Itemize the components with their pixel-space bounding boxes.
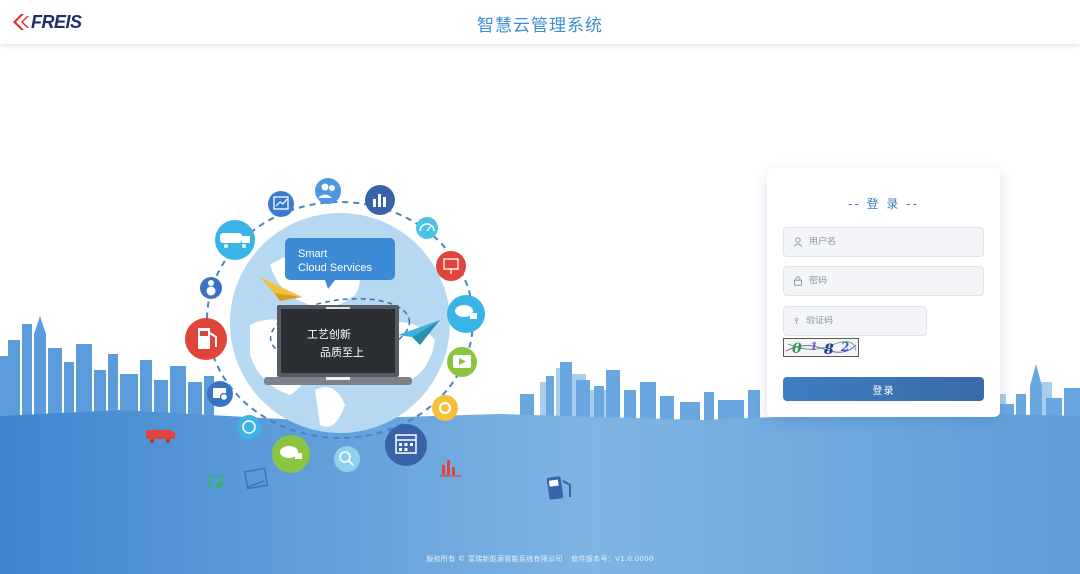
captcha-char-4: 2 xyxy=(840,340,849,354)
version-text: 软件版本号：V1.0.0000 xyxy=(571,555,654,563)
captcha-char-3: 8 xyxy=(824,342,834,356)
gas-station-icon xyxy=(185,318,227,360)
captcha-char-2: 1 xyxy=(810,340,818,353)
search-icon xyxy=(334,446,360,472)
bubble-line-1: Smart xyxy=(298,248,327,260)
gear-icon xyxy=(432,395,458,421)
small-monitor-icon xyxy=(208,475,223,488)
mixer-truck-icon xyxy=(447,295,485,333)
lock-icon xyxy=(794,276,802,286)
screen-line-2: 品质至上 xyxy=(320,346,364,359)
board-icon xyxy=(243,467,269,490)
cloud-services-illustration: Smart Cloud Services 工艺创新 品质至上 xyxy=(140,175,600,505)
captcha-field[interactable] xyxy=(783,306,927,336)
fire-truck-icon xyxy=(146,430,175,443)
footer: 版权所有 © 富瑞新能源智能系统有限公司 软件版本号：V1.0.0000 xyxy=(0,554,1080,564)
password-input[interactable] xyxy=(809,276,959,286)
truck-icon xyxy=(215,220,255,260)
username-field[interactable] xyxy=(783,227,984,257)
gauge-icon xyxy=(416,217,438,239)
page-title: 智慧云管理系统 xyxy=(477,16,603,36)
screen-line-1: 工艺创新 xyxy=(307,327,351,341)
user-icon xyxy=(793,237,803,247)
username-input[interactable] xyxy=(809,237,959,247)
login-panel: -- 登 录 -- 0 1 8 2 登录 xyxy=(767,168,1000,417)
bubble-line-2: Cloud Services xyxy=(298,262,372,274)
login-title: -- 登 录 -- xyxy=(848,197,919,211)
key-icon xyxy=(794,317,799,325)
header-bar: FREIS 智慧云管理系统 xyxy=(0,0,1080,44)
phone-icon xyxy=(237,415,261,439)
snowman-icon xyxy=(200,277,222,299)
settings-icon xyxy=(207,381,233,407)
captcha-input[interactable] xyxy=(806,316,926,326)
captcha-char-1: 0 xyxy=(792,341,802,356)
captcha-image[interactable]: 0 1 8 2 xyxy=(783,338,859,358)
bar-chart-icon xyxy=(365,185,395,215)
fuel-pump-icon xyxy=(546,476,571,500)
play-icon xyxy=(447,347,477,377)
password-field[interactable] xyxy=(783,266,984,296)
red-bar-chart-icon xyxy=(440,460,461,477)
login-button[interactable]: 登录 xyxy=(783,377,984,401)
monitor-icon xyxy=(436,251,466,281)
chart-icon xyxy=(268,191,294,217)
mixer-truck-icon-2 xyxy=(272,435,310,473)
calendar-icon xyxy=(385,424,427,466)
users-icon xyxy=(315,178,341,204)
laptop-icon: 工艺创新 品质至上 xyxy=(264,305,412,385)
copyright-text: 版权所有 © 富瑞新能源智能系统有限公司 xyxy=(426,555,563,563)
